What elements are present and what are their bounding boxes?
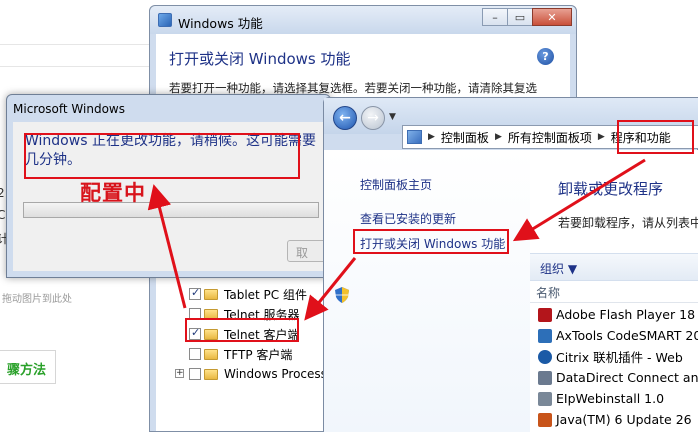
program-row[interactable]: Java(TM) 6 Update 26	[538, 409, 692, 430]
program-row[interactable]: EIpWebinstall 1.0	[538, 388, 664, 409]
link-view-installed-updates[interactable]: 查看已安装的更新	[360, 210, 456, 227]
feature-label: Windows Process	[224, 367, 327, 381]
organize-menu[interactable]: 组织 ▼	[540, 260, 577, 277]
close-button[interactable]: ✕	[532, 8, 572, 26]
breadcrumb-separator-icon: ▶	[597, 132, 605, 142]
column-header-name[interactable]: 名称	[530, 281, 698, 303]
method-button[interactable]: 骤方法	[0, 350, 56, 384]
feature-label: Tablet PC 组件	[224, 287, 307, 302]
feature-checkbox[interactable]	[189, 348, 201, 360]
flash-player-icon	[538, 307, 552, 322]
program-row[interactable]: AxTools CodeSMART 20	[538, 325, 698, 346]
program-name: EIpWebinstall 1.0	[556, 391, 665, 406]
annotation-box-message	[24, 133, 300, 179]
features-titlebar[interactable]: Windows 功能 – ▭ ✕	[150, 6, 576, 34]
program-name: Adobe Flash Player 18 A	[556, 307, 698, 322]
bg-divider	[0, 44, 160, 45]
feature-windows-process[interactable]: + Windows Process	[156, 364, 336, 384]
program-row[interactable]: Citrix 联机插件 - Web	[538, 346, 683, 367]
cancel-button[interactable]: 取	[287, 240, 327, 262]
link-control-panel-home[interactable]: 控制面板主页	[360, 176, 432, 193]
program-name: AxTools CodeSMART 20	[556, 328, 698, 343]
feature-tftp-client[interactable]: TFTP 客户端	[156, 344, 336, 364]
forward-button[interactable]: →	[361, 106, 385, 130]
annotation-label: 配置中	[80, 180, 146, 205]
programs-toolbar: 组织 ▼	[530, 253, 698, 281]
progress-dialog: Microsoft Windows Windows 正在更改功能，请稍候。这可能…	[6, 94, 331, 278]
bg-divider	[0, 66, 160, 67]
programs-pane: 卸载或更改程序 若要卸载程序，请从列表中 组织 ▼ 名称 Adobe Flash…	[530, 150, 698, 432]
arrow-left-icon: ←	[339, 110, 351, 126]
installer-icon	[538, 391, 552, 406]
folder-icon	[204, 348, 218, 360]
close-icon: ✕	[547, 10, 557, 24]
program-row[interactable]: Adobe Flash Player 18 A	[538, 304, 698, 325]
program-name: DataDirect Connect and	[556, 370, 698, 385]
help-icon[interactable]: ?	[537, 48, 554, 65]
feature-checkbox[interactable]	[189, 368, 201, 380]
datadirect-icon	[538, 370, 552, 385]
task-pane: 控制面板主页 查看已安装的更新 打开或关闭 Windows 功能	[324, 150, 530, 432]
windows-features-icon	[158, 13, 172, 27]
programs-heading: 卸载或更改程序	[558, 180, 664, 198]
drag-hint: 拖动图片到此处	[2, 294, 72, 305]
axtools-icon	[538, 328, 552, 343]
bg-text-fragment: 2	[0, 186, 5, 200]
minimize-button[interactable]: –	[482, 8, 508, 26]
back-button[interactable]: ←	[333, 106, 357, 130]
annotation-box-telnet-client	[185, 318, 299, 342]
minimize-icon: –	[492, 10, 498, 24]
features-window-title: Windows 功能	[178, 16, 263, 31]
maximize-button[interactable]: ▭	[507, 8, 533, 26]
java-icon	[538, 412, 552, 427]
folder-icon	[204, 288, 218, 300]
window-controls: – ▭ ✕	[482, 8, 572, 26]
program-name: Java(TM) 6 Update 26	[556, 412, 692, 427]
bg-text-fragment: C	[0, 208, 6, 222]
feature-checkbox[interactable]	[189, 286, 201, 300]
control-panel-icon	[407, 130, 422, 144]
features-heading: 打开或关闭 Windows 功能	[169, 50, 351, 68]
maximize-icon: ▭	[514, 10, 526, 24]
folder-icon	[204, 368, 218, 380]
history-dropdown-icon[interactable]: ▼	[389, 112, 396, 122]
column-name-label: 名称	[536, 286, 561, 300]
program-name: Citrix 联机插件 - Web	[556, 350, 683, 365]
arrow-right-icon: →	[367, 110, 379, 126]
breadcrumb-control-panel[interactable]: 控制面板	[441, 129, 489, 146]
programs-subtext: 若要卸载程序，请从列表中	[558, 216, 698, 230]
shield-icon	[335, 287, 349, 303]
annotation-box-features-link	[353, 229, 509, 254]
annotation-box-breadcrumb	[617, 120, 694, 154]
citrix-icon	[538, 349, 552, 364]
feature-tablet-pc[interactable]: Tablet PC 组件	[156, 284, 336, 304]
program-row[interactable]: DataDirect Connect and	[538, 367, 698, 388]
breadcrumb-all-items[interactable]: 所有控制面板项	[508, 129, 592, 146]
progress-titlebar[interactable]: Microsoft Windows	[7, 95, 330, 122]
feature-label: TFTP 客户端	[224, 347, 293, 362]
expand-icon[interactable]: +	[175, 369, 184, 378]
progress-dialog-title: Microsoft Windows	[13, 102, 125, 116]
progress-bar	[23, 202, 319, 218]
breadcrumb-separator-icon: ▶	[494, 132, 502, 142]
breadcrumb-separator-icon: ▶	[428, 132, 435, 142]
